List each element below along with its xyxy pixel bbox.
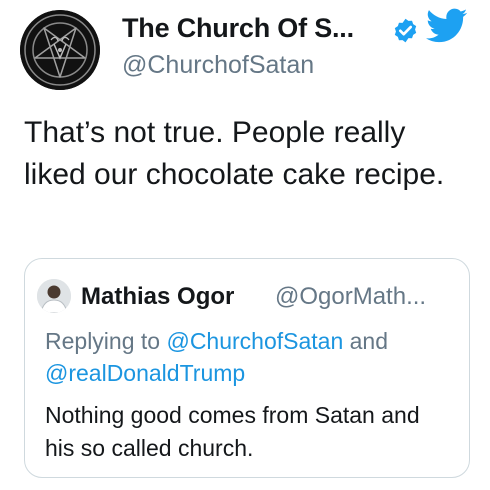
account-display-name[interactable]: The Church Of S... [122,13,354,44]
mention-link[interactable]: @ChurchofSatan [166,328,343,354]
quoted-tweet-text: Nothing good comes from Satan and his so… [45,402,420,461]
replying-joiner: and [349,328,389,354]
twitter-bird-icon [426,8,468,43]
sigil-of-baphomet-icon [20,10,100,90]
account-handle[interactable]: @ChurchofSatan [122,51,314,80]
replying-to-line: Replying to @ChurchofSatan and @realDona… [45,325,455,389]
person-avatar-icon [37,279,71,313]
quoted-display-name[interactable]: Mathias Ogor [81,283,234,311]
quoted-account-avatar[interactable] [37,279,71,313]
quoted-tweet-card[interactable]: Mathias Ogor @OgorMath... Replying to @C… [24,258,470,478]
verified-badge-icon [394,18,417,43]
account-avatar[interactable] [20,10,100,90]
mention-link[interactable]: @realDonaldTrump [45,360,245,386]
tweet-text: That’s not true. People really liked our… [24,116,445,191]
replying-prefix: Replying to [45,328,161,354]
quoted-handle[interactable]: @OgorMath... [275,283,426,311]
tweet-card: The Church Of S... @ChurchofSatan That’s… [0,0,490,490]
